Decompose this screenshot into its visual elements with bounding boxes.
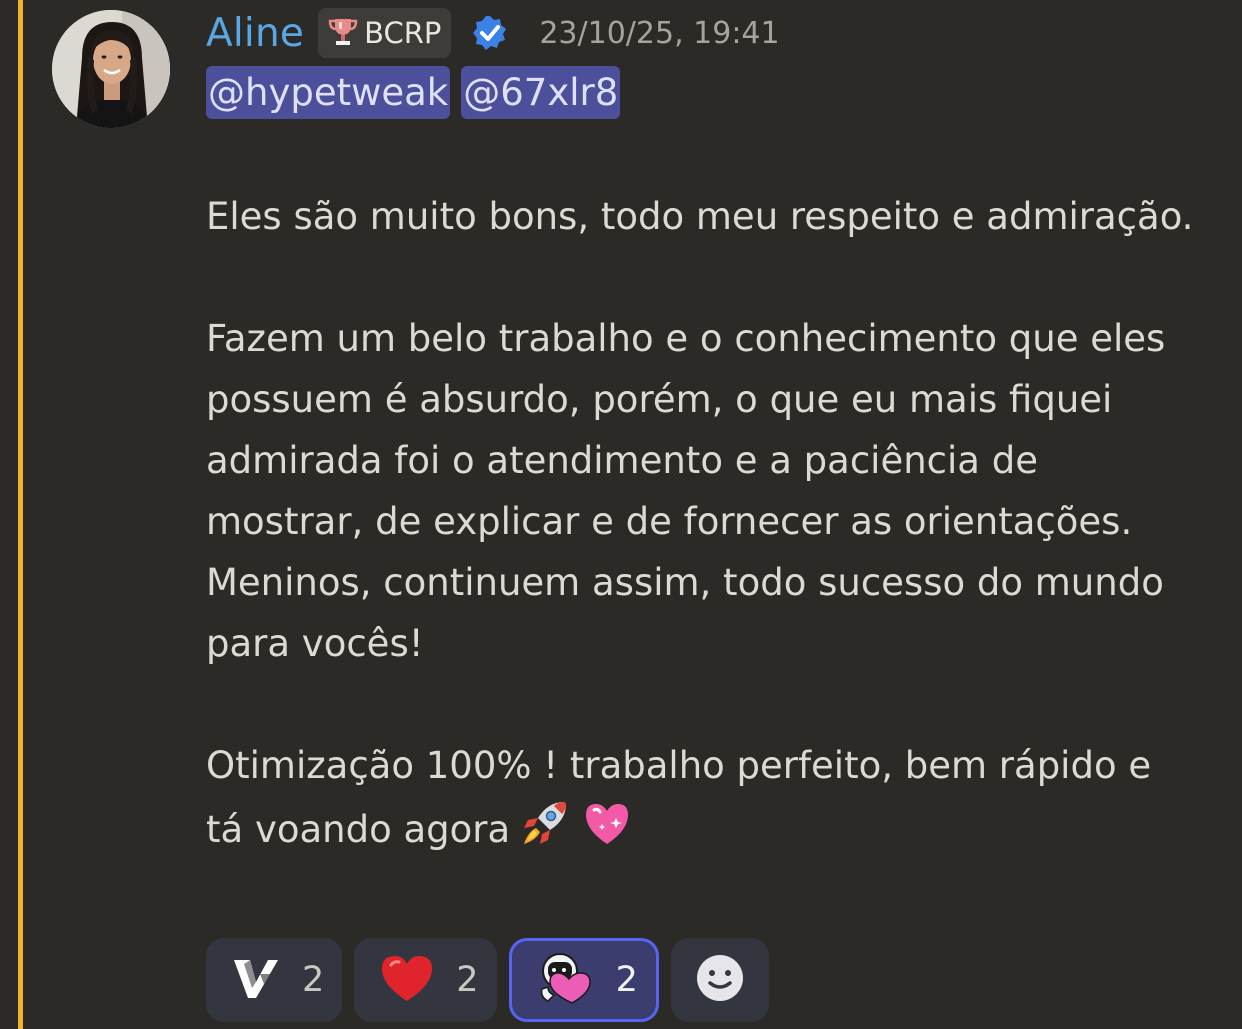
mention-highlight-bar: [18, 0, 23, 1029]
avatar[interactable]: [52, 10, 170, 128]
message-paragraph: Fazem um belo trabalho e o conhecimento …: [206, 317, 1166, 665]
message-paragraph-text: Otimização 100% ! trabalho perfeito, bem…: [206, 744, 1152, 851]
reaction-count: 2: [615, 960, 638, 1000]
chat-message: Aline BCRP 23/10/25, 19:41 @hypetweak @6…: [0, 0, 1242, 1029]
red-heart-emoji: [378, 951, 436, 1009]
verified-badge-icon: [471, 14, 509, 52]
user-mention[interactable]: @67xlr8: [461, 66, 621, 119]
message-timestamp: 23/10/25, 19:41: [539, 15, 780, 51]
message-paragraph: Eles são muito bons, todo meu respeito e…: [206, 195, 1194, 238]
server-tag[interactable]: BCRP: [318, 8, 452, 58]
trophy-icon: [326, 14, 360, 52]
reaction-red-heart[interactable]: 2: [354, 938, 497, 1022]
user-mention[interactable]: @hypetweak: [206, 66, 451, 119]
add-reaction-smiley-icon: [695, 953, 745, 1007]
reaction-bar: 2 2 2: [206, 938, 769, 1022]
add-reaction-button[interactable]: [670, 938, 769, 1022]
reaction-astronaut-heart[interactable]: 2: [508, 938, 659, 1022]
message-header: Aline BCRP 23/10/25, 19:41: [206, 4, 780, 62]
message-paragraph-last: Otimização 100% ! trabalho perfeito, bem…: [206, 735, 1196, 868]
mention-row: @hypetweak @67xlr8: [206, 66, 621, 119]
rocket-emoji: [518, 796, 572, 868]
server-tag-label: BCRP: [364, 16, 442, 50]
author-name[interactable]: Aline: [206, 11, 304, 56]
reaction-count: 2: [302, 960, 325, 1000]
sparkling-heart-emoji: [580, 796, 634, 868]
astronaut-heart-emoji: [536, 949, 596, 1011]
reaction-v-logo[interactable]: 2: [206, 938, 343, 1022]
reaction-count: 2: [456, 960, 479, 1000]
message-content: Eles são muito bons, todo meu respeito e…: [206, 186, 1196, 868]
v-logo-emoji: [230, 952, 282, 1008]
